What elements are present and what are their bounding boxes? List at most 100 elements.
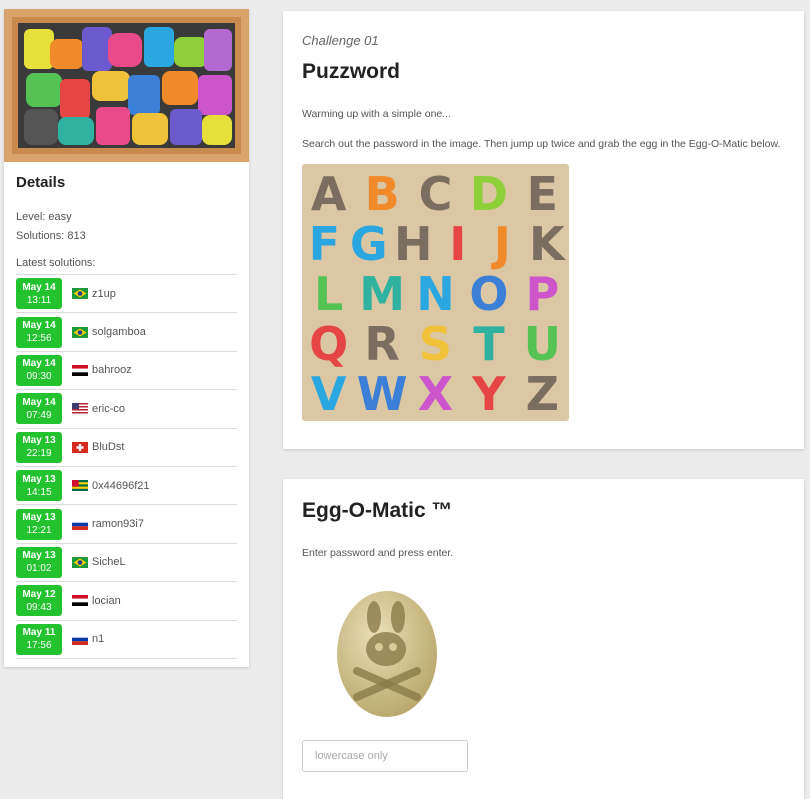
puzzle-letter: D xyxy=(470,167,508,221)
solution-date-badge: May 13 14:15 xyxy=(16,470,62,502)
challenge-intro: Warming up with a simple one... xyxy=(302,108,452,120)
solution-time: 12:56 xyxy=(26,333,52,345)
puzzle-letter: O xyxy=(469,267,508,321)
solution-date: May 14 xyxy=(22,358,56,370)
egg-icon xyxy=(337,591,437,717)
solution-username[interactable]: locian xyxy=(92,595,121,607)
solution-row: May 11 17:56 n1 xyxy=(16,621,237,659)
solution-date-badge: May 13 22:19 xyxy=(16,431,62,463)
puzzle-letter: J xyxy=(491,217,511,271)
puzzle-letter: G xyxy=(350,217,388,271)
flag-brazil-icon xyxy=(72,326,88,338)
solution-username[interactable]: eric-co xyxy=(92,403,125,415)
challenge-card: Challenge 01 Puzzword Warming up with a … xyxy=(283,11,804,449)
solution-date-badge: May 14 13:11 xyxy=(16,278,62,310)
puzzle-letter: A xyxy=(311,167,347,221)
flag-russia-icon xyxy=(72,518,88,530)
solution-row: May 13 01:02 SicheL xyxy=(16,544,237,583)
solution-row: May 12 09:43 locian xyxy=(16,582,237,621)
solution-row: May 13 12:21 ramon93i7 xyxy=(16,505,237,544)
solution-date: May 13 xyxy=(22,550,56,562)
solution-date-badge: May 11 17:56 xyxy=(16,623,62,655)
solution-date: May 14 xyxy=(22,281,56,293)
solution-date: May 13 xyxy=(22,435,56,447)
solution-username[interactable]: ramon93i7 xyxy=(92,518,144,530)
solution-time: 17:56 xyxy=(26,640,52,652)
puzzle-letter: S xyxy=(419,317,452,371)
puzzle-letter: N xyxy=(416,267,455,321)
solution-username[interactable]: BluDst xyxy=(92,441,124,453)
flag-brazil-icon xyxy=(72,288,88,300)
challenge-kicker: Challenge 01 xyxy=(302,33,379,48)
solutions-count: Solutions: 813 xyxy=(16,230,86,242)
solution-username[interactable]: solgamboa xyxy=(92,326,146,338)
flag-egypt-icon xyxy=(72,595,88,607)
puzzle-letter: M xyxy=(359,267,405,321)
solution-date-badge: May 13 12:21 xyxy=(16,508,62,540)
solution-username[interactable]: SicheL xyxy=(92,556,126,568)
challenge-title: Puzzword xyxy=(302,60,400,83)
latest-solutions-list: May 14 13:11 z1up May 14 12:56 solgamboa May 1… xyxy=(16,274,237,659)
details-heading: Details xyxy=(16,174,66,191)
solution-row: May 14 12:56 solgamboa xyxy=(16,313,237,352)
solution-date-badge: May 14 12:56 xyxy=(16,316,62,348)
puzzle-letter: B xyxy=(365,167,400,221)
latest-solutions-label: Latest solutions: xyxy=(16,257,96,269)
solution-date-badge: May 12 09:43 xyxy=(16,585,62,617)
puzzle-letter: K xyxy=(529,217,567,271)
solution-date-badge: May 14 07:49 xyxy=(16,393,62,425)
puzzle-letter: H xyxy=(394,217,433,271)
solution-username[interactable]: 0x44696f21 xyxy=(92,480,150,492)
solution-time: 12:21 xyxy=(26,525,52,537)
puzzle-letter: R xyxy=(364,317,399,371)
password-input[interactable] xyxy=(302,740,468,772)
solution-date-badge: May 14 09:30 xyxy=(16,354,62,386)
solution-row: May 14 07:49 eric-co xyxy=(16,390,237,429)
solution-username[interactable]: z1up xyxy=(92,288,116,300)
puzzle-letter: T xyxy=(473,317,505,371)
solution-date: May 13 xyxy=(22,512,56,524)
challenge-instructions: Search out the password in the image. Th… xyxy=(302,138,781,150)
solution-time: 07:49 xyxy=(26,409,52,421)
puzzle-letter: Q xyxy=(309,317,348,371)
challenge-thumbnail xyxy=(4,9,249,162)
puzzle-letter: Y xyxy=(471,367,506,421)
solution-time: 01:02 xyxy=(26,563,52,575)
solution-time: 14:15 xyxy=(26,486,52,498)
solution-time: 13:11 xyxy=(26,294,52,306)
eggomatic-instruction: Enter password and press enter. xyxy=(302,547,454,559)
solution-date: May 11 xyxy=(22,627,56,639)
flag-usa-icon xyxy=(72,403,88,415)
puzzle-letter: W xyxy=(357,367,408,421)
flag-russia-icon xyxy=(72,633,88,645)
flag-brazil-icon xyxy=(72,556,88,568)
eggomatic-title: Egg-O-Matic ™ xyxy=(302,499,453,522)
solution-date-badge: May 13 01:02 xyxy=(16,546,62,578)
solution-time: 22:19 xyxy=(26,448,52,460)
sidebar: Details Level: easy Solutions: 813 Lates… xyxy=(4,9,249,667)
solution-row: May 14 13:11 z1up xyxy=(16,275,237,314)
puzzle-letter: E xyxy=(527,167,558,221)
solution-row: May 13 14:15 0x44696f21 xyxy=(16,467,237,506)
puzzle-letter: Z xyxy=(526,367,559,421)
eggomatic-card: Egg-O-Matic ™ Enter password and press e… xyxy=(283,479,804,799)
solution-row: May 14 09:30 bahrooz xyxy=(16,352,237,391)
solution-row: May 13 22:19 BluDst xyxy=(16,429,237,467)
puzzle-letter: V xyxy=(311,367,347,421)
puzzle-letter: F xyxy=(309,217,340,271)
puzzle-letter: C xyxy=(419,167,453,221)
alphabet-puzzle-image: A B C D E F G H I J K L M N O P Q R S T U V W X Y Z xyxy=(302,164,569,421)
flag-egypt-icon xyxy=(72,364,88,376)
flag-switzerland-icon xyxy=(72,441,88,453)
puzzle-letter: I xyxy=(449,217,466,271)
solution-username[interactable]: bahrooz xyxy=(92,364,132,376)
solution-date: May 14 xyxy=(22,320,56,332)
solution-date: May 14 xyxy=(22,396,56,408)
solution-time: 09:30 xyxy=(26,371,52,383)
puzzle-letter: P xyxy=(525,267,559,321)
puzzle-letter: U xyxy=(524,317,561,371)
solution-time: 09:43 xyxy=(26,601,52,613)
puzzle-letter: L xyxy=(314,267,343,321)
level-text: Level: easy xyxy=(16,211,72,223)
solution-username[interactable]: n1 xyxy=(92,633,104,645)
